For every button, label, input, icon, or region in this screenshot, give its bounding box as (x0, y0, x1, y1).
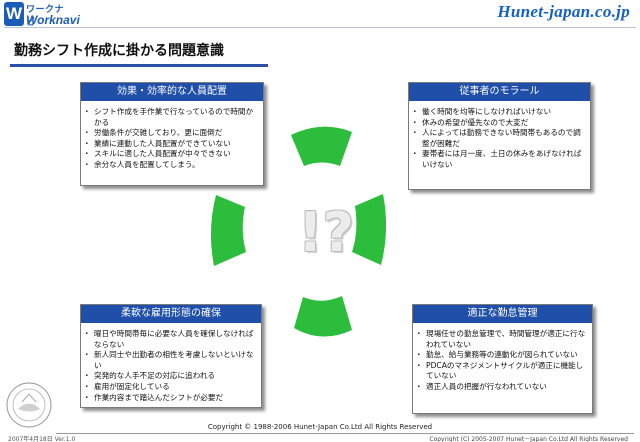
card-title: 適正な勤怠管理 (413, 305, 592, 323)
list-item: シフト作成を手作業で行なっているので時間かかる (83, 107, 259, 128)
ring-arc-bottom (294, 296, 352, 337)
ring-arc-left (210, 195, 246, 266)
list-item: 雇用が固定化している (83, 382, 257, 393)
copyright-footer: Copyright (C) 2005-2007 Hunet－Japan Co.L… (429, 436, 628, 442)
list-item: 余分な人員を配置してしまう。 (83, 160, 259, 171)
list-item: 作業内容まで踏込んだシフトが必要だ (83, 393, 257, 404)
copyright-notice: Copyright © 1988-2006 Hunet-Japan Co.Ltd… (207, 423, 433, 431)
list-item: 人によっては勤務できない時間帯もあるので調整が困難だ (411, 128, 586, 149)
card-attendance-management: 適正な勤怠管理 現場任せの勤怠管理で、時間管理が適正に行なわれていない 勤怠、給… (412, 304, 593, 414)
card-efficient-staffing: 効果・効率的な人員配置 シフト作成を手作業で行なっているので時間かかる 労働条件… (80, 82, 264, 186)
list-item: スキルに適した人員配置が中々できない (83, 149, 259, 160)
list-item: 突発的な人手不足の対応に追われる (83, 371, 257, 382)
card-title: 柔軟な雇用形態の確保 (81, 305, 261, 323)
card-list: シフト作成を手作業で行なっているので時間かかる 労働条件が交雑しており、更に面倒… (83, 107, 259, 171)
list-item: 休みの希望が優先なので大変だ (411, 118, 586, 129)
card-list: 現場任せの勤怠管理で、時間管理が適正に行なわれていない 勤怠、給与業務等の連動化… (415, 329, 588, 393)
question-exclamation-mark: !? (298, 201, 354, 264)
card-list: 働く時間を均等にしなければいけない 休みの希望が優先なので大変だ 人によっては勤… (411, 107, 586, 171)
card-employee-morale: 従事者のモラール 働く時間を均等にしなければいけない 休みの希望が優先なので大変… (408, 82, 591, 190)
card-title: 従事者のモラール (409, 83, 590, 101)
list-item: 妻帯者には月一度、土日の休みをあげなければいけない (411, 149, 586, 170)
list-item: 現場任せの勤怠管理で、時間管理が適正に行なわれていない (415, 329, 588, 350)
card-title: 効果・効率的な人員配置 (81, 83, 263, 101)
ring-arc-top (291, 126, 352, 166)
list-item: 新人同士や出勤者の相性を考慮しないといけない (83, 350, 257, 371)
card-list: 曜日や時間帯毎に必要な人員を確保しなければならない 新人同士や出勤者の相性を考慮… (83, 329, 257, 404)
list-item: PDCAのマネジメントサイクルが適正に機能していない (415, 361, 588, 382)
list-item: 労働条件が交雑しており、更に面倒だ (83, 128, 259, 139)
list-item: 業績に連動した人員配置ができていない (83, 139, 259, 150)
list-item: 適正人員の把握が行なわれていない (415, 382, 588, 393)
list-item: 曜日や時間帯毎に必要な人員を確保しなければならない (83, 329, 257, 350)
list-item: 働く時間を均等にしなければいけない (411, 107, 586, 118)
list-item: 勤怠、給与業務等の連動化が図られていない (415, 350, 588, 361)
version-date: 2007年4月18日 Ver.1.0 (8, 436, 76, 442)
card-flexible-employment: 柔軟な雇用形態の確保 曜日や時間帯毎に必要な人員を確保しなければならない 新人同… (80, 304, 262, 408)
